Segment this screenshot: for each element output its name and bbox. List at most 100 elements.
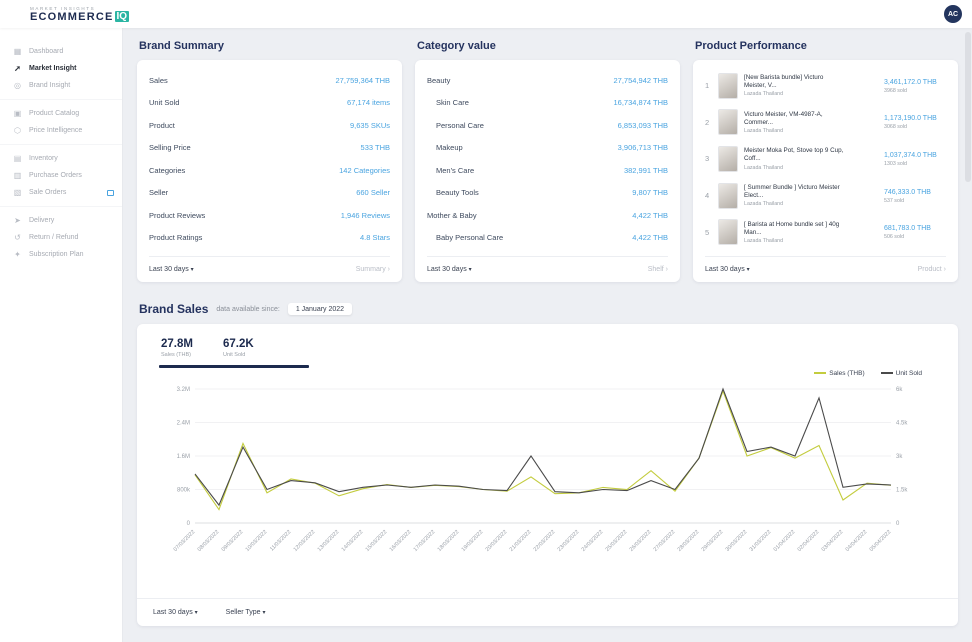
summary-row: Seller660 Seller (149, 188, 390, 197)
legend-label: Unit Sold (896, 370, 922, 377)
product-name: [ Barista at Home bundle set ] 40g Man..… (744, 221, 846, 237)
product-catalog-icon: ▣ (13, 109, 22, 118)
category-row-label: Baby Personal Care (427, 233, 503, 242)
svg-text:3.2M: 3.2M (177, 387, 190, 393)
svg-text:19/03/2022: 19/03/2022 (461, 529, 485, 553)
tab-sales-thb-[interactable]: 27.8MSales (THB) (161, 338, 193, 358)
seller-type-filter[interactable]: Seller Type ▾ (226, 609, 266, 616)
summary-row: Unit Sold67,174 items (149, 98, 390, 107)
category-period-filter[interactable]: Last 30 days ▾ (427, 266, 472, 273)
chevron-right-icon: › (944, 266, 946, 273)
product-rank: 5 (705, 228, 712, 237)
svg-text:26/03/2022: 26/03/2022 (629, 529, 653, 553)
chart-period-filter[interactable]: Last 30 days ▾ (153, 609, 198, 616)
legend-item: Unit Sold (881, 370, 922, 377)
svg-text:12/03/2022: 12/03/2022 (293, 529, 317, 553)
brand-sales-title: Brand Sales (139, 302, 208, 316)
product-info: Victuro Meister, VM-4987-A, Commer...Laz… (744, 111, 846, 134)
svg-text:09/03/2022: 09/03/2022 (221, 529, 245, 553)
logo-iq-badge: IQ (115, 11, 130, 22)
tab-unit-sold[interactable]: 67.2KUnit Sold (223, 338, 254, 358)
category-row-value: 3,906,713 THB (618, 143, 668, 152)
product-link[interactable]: Product › (918, 266, 946, 273)
category-value-footer: Last 30 days ▾ Shelf › (427, 256, 668, 282)
sidebar-item-inventory[interactable]: ▤Inventory (0, 150, 122, 167)
summary-row: Sales27,759,364 THB (149, 76, 390, 85)
product-rank: 4 (705, 191, 712, 200)
chevron-down-icon: ▾ (191, 267, 194, 273)
shelf-link[interactable]: Shelf › (648, 266, 668, 273)
svg-text:3k: 3k (896, 454, 903, 460)
product-name: [ Summer Bundle ] Victuro Meister Elect.… (744, 184, 846, 200)
brand-sales-subtitle: data available since: (216, 306, 279, 313)
product-period-filter[interactable]: Last 30 days ▾ (705, 266, 750, 273)
product-rank: 2 (705, 118, 712, 127)
category-row: Beauty Tools9,807 THB (427, 188, 668, 197)
sidebar-item-label: Market Insight (29, 65, 76, 72)
avatar[interactable]: AC (944, 5, 962, 23)
svg-text:2.4M: 2.4M (177, 421, 190, 427)
product-store: Lazada Thailand (744, 201, 846, 207)
svg-text:0: 0 (896, 521, 900, 527)
sidebar-item-dashboard[interactable]: ▦Dashboard (0, 43, 122, 60)
tab-value: 27.8M (161, 338, 193, 350)
legend-swatch (881, 372, 893, 374)
chevron-down-icon: ▾ (195, 610, 198, 616)
svg-text:21/03/2022: 21/03/2022 (509, 529, 533, 553)
brand-summary-footer: Last 30 days ▾ Summary › (149, 256, 390, 282)
category-row-label: Men's Care (427, 166, 474, 175)
sidebar-item-label: Price Intelligence (29, 127, 82, 134)
svg-text:18/03/2022: 18/03/2022 (437, 529, 461, 553)
svg-text:08/03/2022: 08/03/2022 (197, 529, 221, 553)
category-row: Mother & Baby4,422 THB (427, 211, 668, 220)
return-refund-icon: ↺ (13, 233, 22, 242)
scrollbar[interactable] (965, 32, 971, 638)
sidebar-item-sale-orders[interactable]: ▧Sale Orders (0, 184, 122, 201)
category-row-label: Mother & Baby (427, 211, 477, 220)
sidebar-item-subscription-plan[interactable]: ✦Subscription Plan (0, 246, 122, 263)
svg-text:14/03/2022: 14/03/2022 (341, 529, 365, 553)
product-row[interactable]: 3Meister Moka Pot, Stove top 9 Cup, Coff… (705, 146, 946, 172)
category-row-value: 6,853,093 THB (618, 121, 668, 130)
sidebar-item-brand-insight[interactable]: ◎Brand Insight (0, 77, 122, 94)
svg-text:1.5k: 1.5k (896, 488, 908, 494)
tab-active-indicator (159, 365, 309, 368)
summary-row-value: 660 Seller (356, 188, 390, 197)
product-row[interactable]: 4 [ Summer Bundle ] Victuro Meister Elect… (705, 183, 946, 209)
svg-text:27/03/2022: 27/03/2022 (653, 529, 677, 553)
main-content: Brand Summary Sales27,759,364 THBUnit So… (123, 28, 972, 642)
product-row[interactable]: 2 Victuro Meister, VM-4987-A, Commer...La… (705, 109, 946, 135)
product-sold-count: 537 sold (884, 198, 946, 204)
delivery-icon: ➤ (13, 216, 22, 225)
summary-row-label: Product Reviews (149, 211, 205, 220)
summary-period-filter[interactable]: Last 30 days ▾ (149, 266, 194, 273)
product-row[interactable]: 5 [ Barista at Home bundle set ] 40g Man.… (705, 219, 946, 245)
svg-text:04/04/2022: 04/04/2022 (845, 529, 869, 553)
tab-value: 67.2K (223, 338, 254, 350)
product-rank: 1 (705, 81, 712, 90)
sidebar-item-market-insight[interactable]: ➚Market Insight (0, 60, 122, 77)
summary-link[interactable]: Summary › (356, 266, 390, 273)
sidebar-item-return-refund[interactable]: ↺Return / Refund (0, 229, 122, 246)
purchase-orders-icon: ▥ (13, 171, 22, 180)
product-row[interactable]: 1[New Barista bundle] Victuro Meister, V… (705, 73, 946, 99)
category-row-label: Beauty (427, 76, 450, 85)
sidebar-item-price-intelligence[interactable]: ⬡Price Intelligence (0, 122, 122, 139)
svg-text:800k: 800k (177, 488, 191, 494)
brand-sales-card: 27.8MSales (THB)67.2KUnit Sold Sales (TH… (137, 324, 958, 626)
category-row-value: 9,807 THB (632, 188, 668, 197)
category-row: Baby Personal Care4,422 THB (427, 233, 668, 242)
category-row-value: 16,734,874 THB (614, 98, 669, 107)
summary-row-value: 1,946 Reviews (341, 211, 390, 220)
summary-row-value: 9,635 SKUs (350, 121, 390, 130)
svg-text:16/03/2022: 16/03/2022 (389, 529, 413, 553)
product-metrics: 3,461,172.0 THB3968 sold (884, 78, 946, 94)
svg-text:25/03/2022: 25/03/2022 (605, 529, 629, 553)
svg-text:17/03/2022: 17/03/2022 (413, 529, 437, 553)
sidebar-item-delivery[interactable]: ➤Delivery (0, 212, 122, 229)
sidebar-item-purchase-orders[interactable]: ▥Purchase Orders (0, 167, 122, 184)
chevron-down-icon: ▾ (469, 267, 472, 273)
scrollbar-thumb[interactable] (965, 32, 971, 182)
sidebar-item-product-catalog[interactable]: ▣Product Catalog (0, 105, 122, 122)
sidebar-item-label: Subscription Plan (29, 251, 83, 258)
